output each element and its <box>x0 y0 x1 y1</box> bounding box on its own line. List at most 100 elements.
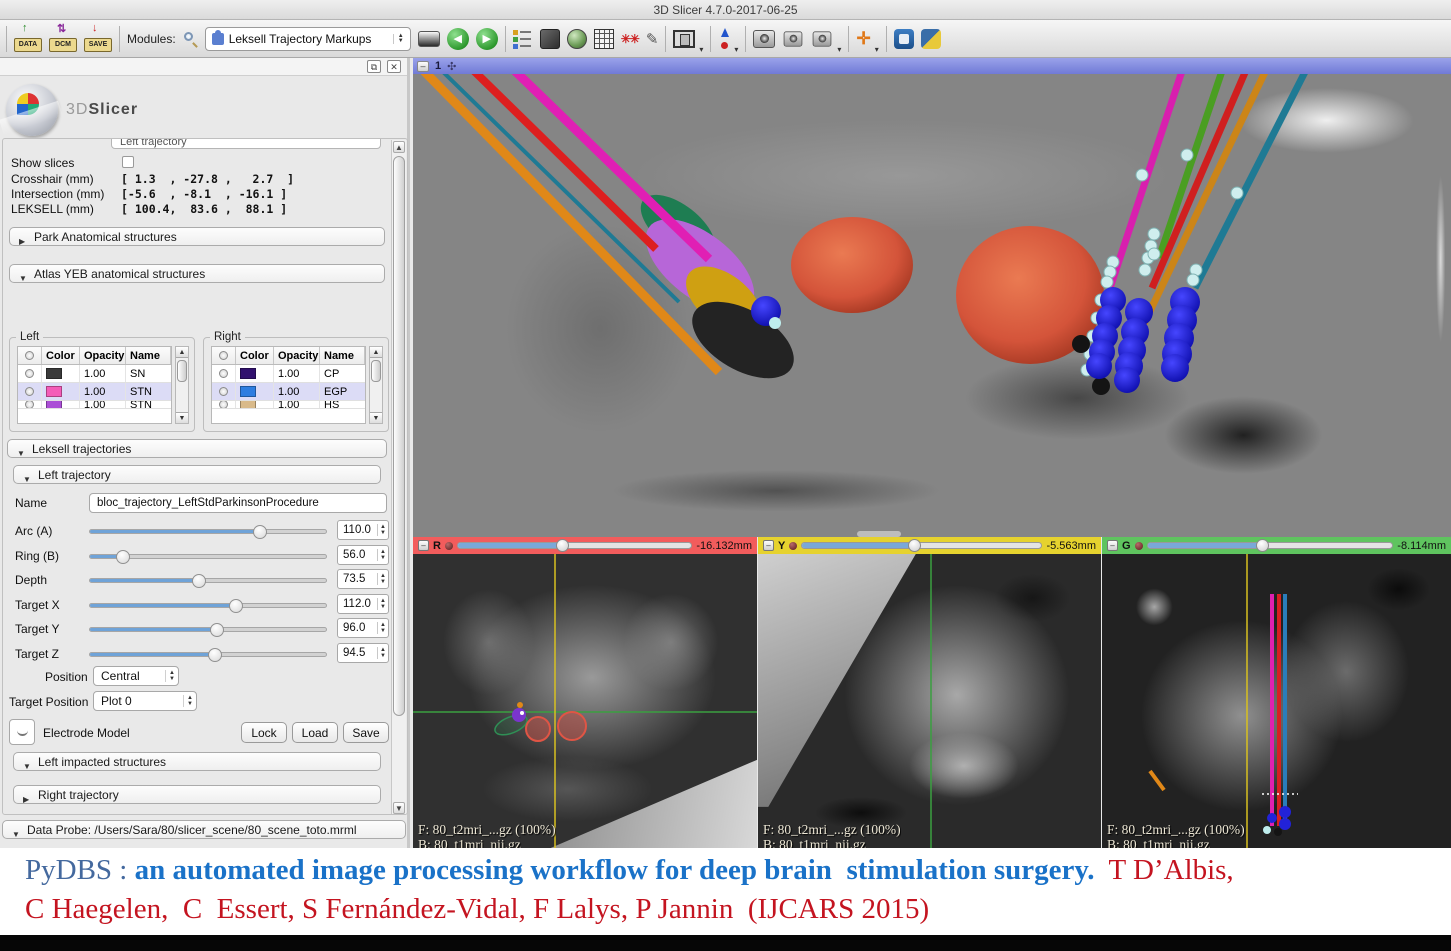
section-left-trajectory[interactable]: ▼ Left trajectory <box>13 465 381 484</box>
color-swatch[interactable] <box>240 386 256 397</box>
transforms-module-icon[interactable] <box>594 29 614 49</box>
spinbox-arrows-icon[interactable]: ▲▼ <box>377 647 388 659</box>
volume-rendering-icon[interactable] <box>540 29 560 49</box>
slider-handle[interactable] <box>556 539 569 552</box>
section-atlas-yeb[interactable]: ▼ Atlas YEB anatomical structures <box>9 264 385 283</box>
screen-capture-icon[interactable] <box>753 30 775 48</box>
slider-track[interactable] <box>89 603 327 608</box>
electrode-visibility-button[interactable] <box>9 719 35 745</box>
slider-track[interactable] <box>89 578 327 583</box>
section-leksell-trajectories[interactable]: ▼ Leksell trajectories <box>7 439 387 458</box>
color-swatch[interactable] <box>240 368 256 379</box>
threed-view[interactable]: – 1 ✣ <box>413 58 1451 537</box>
collapse-view-button[interactable]: – <box>1107 540 1118 551</box>
scroll-thumb[interactable] <box>371 360 381 382</box>
color-swatch[interactable] <box>240 401 256 408</box>
visibility-eye-icon[interactable] <box>219 387 228 396</box>
trajectory-selector-combobox-clipped[interactable]: Left trajectory <box>111 138 381 149</box>
models-module-icon[interactable] <box>567 29 587 49</box>
position-combobox[interactable]: Central ▲▼ <box>93 666 179 686</box>
section-data-probe[interactable]: ▼ Data Probe: /Users/Sara/80/slicer_scen… <box>2 820 406 839</box>
save-scene-button[interactable]: ↓ SAVE <box>84 25 112 53</box>
section-left-impacted[interactable]: ▼ Left impacted structures <box>13 752 381 771</box>
scroll-down-icon[interactable]: ▼ <box>176 412 188 423</box>
slider-handle[interactable] <box>253 525 267 539</box>
close-panel-button[interactable]: ✕ <box>387 60 401 73</box>
crosshair-toggle-icon[interactable]: ✛ <box>856 29 870 49</box>
structure-row[interactable]: 1.00STN <box>18 383 171 401</box>
scene-view-icon[interactable] <box>784 31 803 46</box>
save-button[interactable]: Save <box>343 722 389 743</box>
slider-track[interactable] <box>89 627 327 632</box>
panel-scrollbar[interactable]: ▲ ▼ <box>391 140 406 815</box>
history-back-button[interactable]: ◀ <box>447 28 469 50</box>
structure-row[interactable]: 1.00SN <box>18 365 171 383</box>
module-history-icon[interactable] <box>418 31 440 47</box>
table-scrollbar[interactable]: ▲ ▼ <box>369 346 383 424</box>
load-button[interactable]: Load <box>292 722 338 743</box>
structure-row-partial[interactable]: 1.00STN <box>18 401 171 409</box>
spinbox-arrows-icon[interactable]: ▲▼ <box>377 524 388 536</box>
scroll-up-icon[interactable]: ▲ <box>176 347 188 358</box>
color-swatch[interactable] <box>46 401 62 408</box>
value-spinbox[interactable]: 73.5▲▼ <box>337 569 389 589</box>
slider-handle[interactable] <box>116 550 130 564</box>
collapse-view-button[interactable]: – <box>418 540 429 551</box>
dicom-button[interactable]: ⇅ DCM <box>49 25 77 53</box>
data-module-icon[interactable] <box>513 29 533 49</box>
pin-icon[interactable] <box>1135 542 1143 550</box>
scroll-up-icon[interactable]: ▲ <box>370 347 382 358</box>
extensions-manager-icon[interactable] <box>894 29 914 49</box>
mouse-mode-icon[interactable] <box>718 28 730 50</box>
slider-track[interactable] <box>89 554 327 559</box>
slice-offset-slider[interactable] <box>1147 542 1394 549</box>
visibility-eye-icon[interactable] <box>25 387 34 396</box>
structure-row[interactable]: 1.00EGP <box>212 383 365 401</box>
visibility-eye-icon[interactable] <box>25 401 34 408</box>
markups-module-icon[interactable]: ✳✳ <box>621 32 639 46</box>
slider-handle[interactable] <box>210 623 224 637</box>
visibility-eye-icon[interactable] <box>219 401 228 408</box>
spinbox-arrows-icon[interactable]: ▲▼ <box>377 549 388 561</box>
python-console-icon[interactable] <box>921 29 941 49</box>
target-position-combobox[interactable]: Plot 0 ▲▼ <box>93 691 197 711</box>
spinbox-arrows-icon[interactable]: ▲▼ <box>377 573 388 585</box>
view-options-icon[interactable]: ✣ <box>447 60 456 73</box>
section-right-trajectory[interactable]: ▶ Right trajectory <box>13 785 381 804</box>
history-forward-button[interactable]: ▶ <box>476 28 498 50</box>
module-selector-combobox[interactable]: Leksell Trajectory Markups ▲▼ <box>205 27 411 51</box>
layout-selector-button[interactable] <box>673 30 695 48</box>
scroll-thumb[interactable] <box>393 156 405 716</box>
slider-track[interactable] <box>89 652 327 657</box>
color-swatch[interactable] <box>46 368 62 379</box>
annotations-module-icon[interactable]: ✎ <box>646 30 659 48</box>
slice-offset-slider[interactable] <box>801 542 1042 549</box>
module-search-icon[interactable] <box>183 31 198 46</box>
green-slice-view[interactable]: F: 80_t2mri_...gz (100%) B: 80_t1mri_nii… <box>1102 554 1451 848</box>
scroll-up-icon[interactable]: ▲ <box>393 141 405 153</box>
value-spinbox[interactable]: 96.0▲▼ <box>337 618 389 638</box>
slider-track[interactable] <box>89 529 327 534</box>
yellow-slice-view[interactable]: F: 80_t2mri_...gz (100%) B: 80_t1mri_nii… <box>758 554 1101 848</box>
structure-row[interactable]: 1.00CP <box>212 365 365 383</box>
collapse-view-button[interactable]: – <box>763 540 774 551</box>
value-spinbox[interactable]: 56.0▲▼ <box>337 545 389 565</box>
visibility-eye-icon[interactable] <box>25 369 34 378</box>
load-data-button[interactable]: ↑ DATA <box>14 25 42 53</box>
slider-handle[interactable] <box>192 574 206 588</box>
show-slices-checkbox[interactable] <box>122 156 134 168</box>
scroll-thumb[interactable] <box>177 360 187 382</box>
value-spinbox[interactable]: 94.5▲▼ <box>337 643 389 663</box>
table-scrollbar[interactable]: ▲ ▼ <box>175 346 189 424</box>
color-swatch[interactable] <box>46 386 62 397</box>
structure-row-partial[interactable]: 1.00HS <box>212 401 365 409</box>
trajectory-name-field[interactable]: bloc_trajectory_LeftStdParkinsonProcedur… <box>89 493 387 513</box>
red-slice-view[interactable]: F: 80_t2mri_...gz (100%) B: 80_t1mri_nii… <box>413 554 757 848</box>
spinbox-arrows-icon[interactable]: ▲▼ <box>377 622 388 634</box>
slider-handle[interactable] <box>1256 539 1269 552</box>
scene-view-restore-icon[interactable] <box>813 31 832 46</box>
slider-handle[interactable] <box>208 648 222 662</box>
scroll-down-icon[interactable]: ▼ <box>370 412 382 423</box>
visibility-eye-icon[interactable] <box>219 369 228 378</box>
collapse-view-button[interactable]: – <box>417 61 429 72</box>
